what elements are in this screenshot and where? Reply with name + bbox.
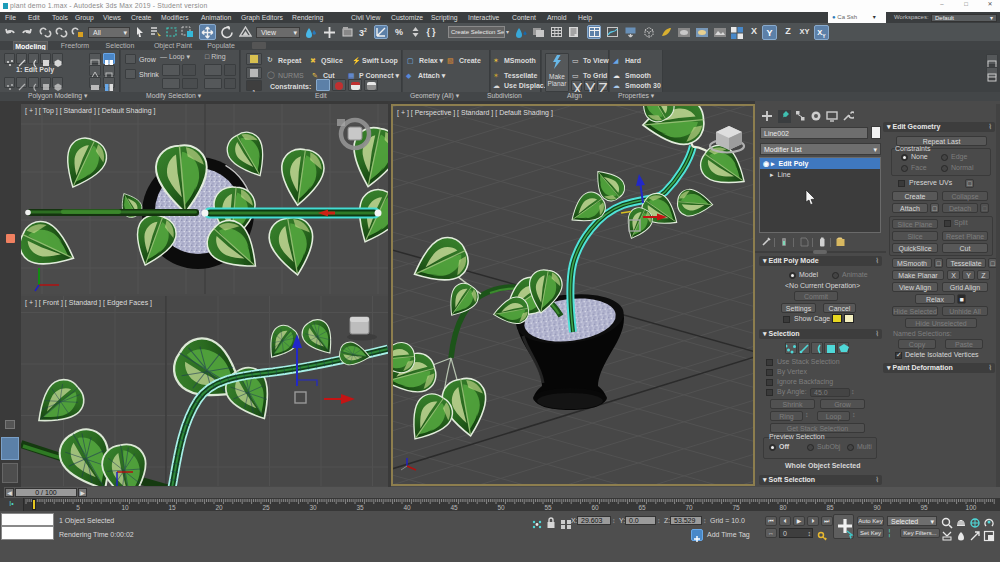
- svg-text:55: 55: [544, 504, 552, 511]
- svg-text:5: 5: [76, 504, 80, 511]
- svg-text:75: 75: [732, 504, 740, 511]
- svg-text:45: 45: [450, 504, 458, 511]
- svg-text:10: 10: [121, 504, 129, 511]
- svg-text:20: 20: [215, 504, 223, 511]
- svg-text:85: 85: [826, 504, 834, 511]
- svg-text:35: 35: [356, 504, 364, 511]
- svg-text:15: 15: [168, 504, 176, 511]
- svg-text:90: 90: [873, 504, 881, 511]
- svg-text:60: 60: [591, 504, 599, 511]
- svg-text:40: 40: [403, 504, 411, 511]
- svg-text:80: 80: [779, 504, 787, 511]
- svg-text:50: 50: [497, 504, 505, 511]
- svg-text:95: 95: [920, 504, 928, 511]
- svg-text:100: 100: [966, 504, 977, 511]
- svg-text:25: 25: [262, 504, 270, 511]
- svg-text:65: 65: [638, 504, 646, 511]
- svg-text:70: 70: [685, 504, 693, 511]
- svg-text:30: 30: [309, 504, 317, 511]
